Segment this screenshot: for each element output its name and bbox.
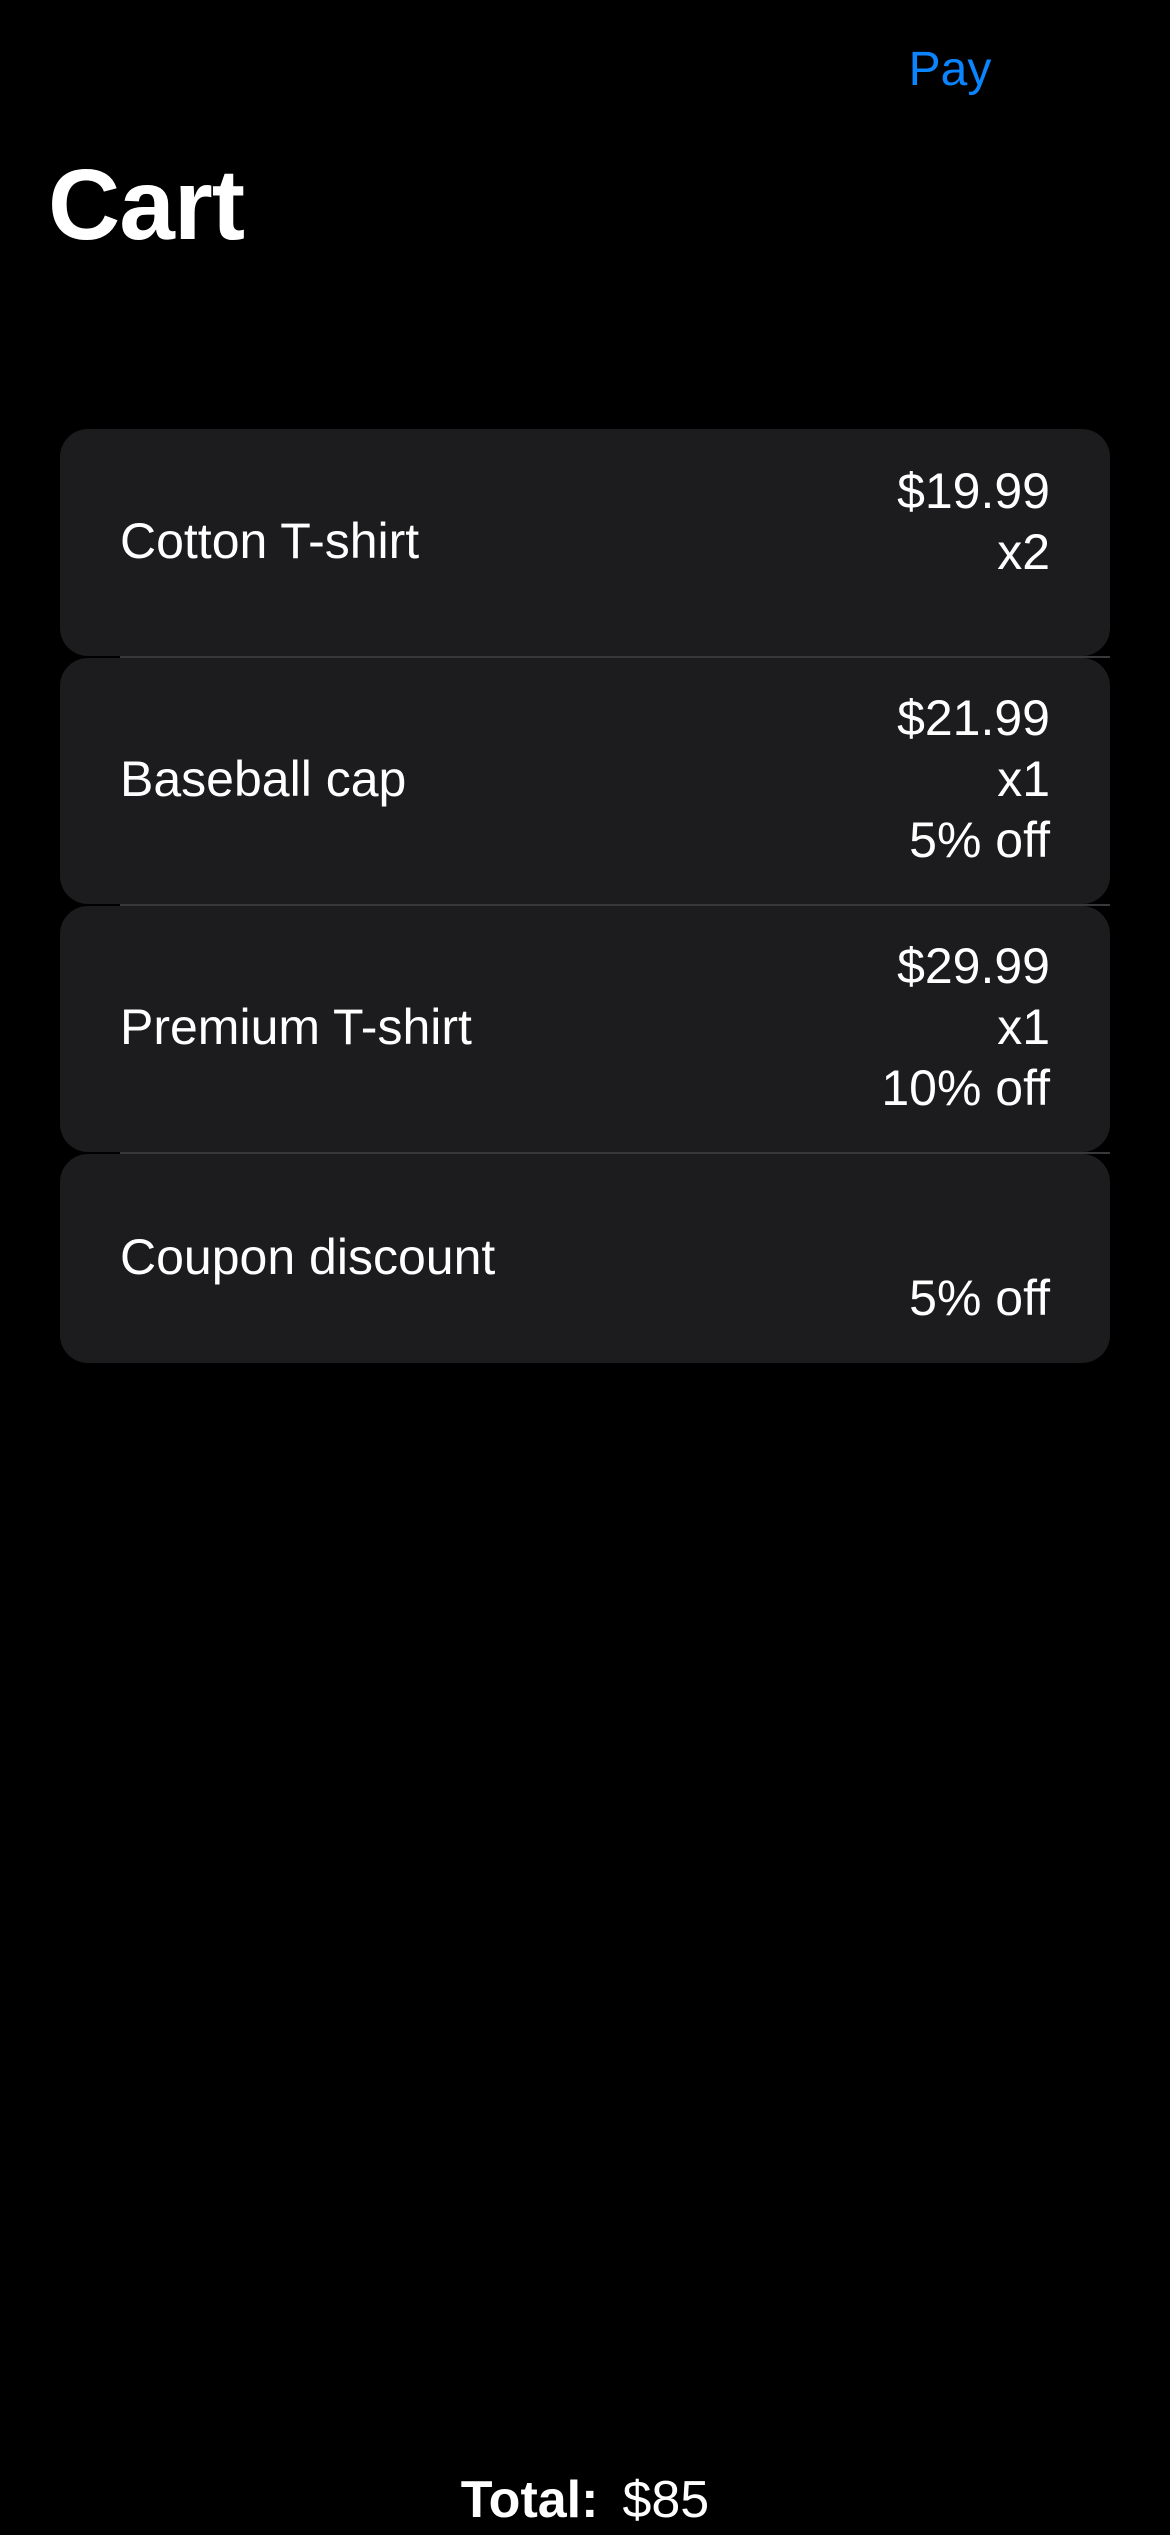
total-value: $85 [622, 2471, 710, 2529]
item-price: $29.99 [897, 938, 1050, 994]
item-price: $19.99 [897, 463, 1050, 519]
row-divider [120, 904, 1110, 906]
item-name: Cotton T-shirt [120, 513, 420, 569]
item-quantity: x1 [997, 999, 1050, 1055]
coupon-details: 5% off [909, 1268, 1050, 1329]
item-details: $29.99 x1 10% off [881, 936, 1050, 1119]
item-discount: 10% off [881, 1060, 1050, 1116]
coupon-discount-row[interactable]: Coupon discount 5% off [60, 1152, 1110, 1363]
total-bar: Total: $85 [0, 2465, 1170, 2535]
item-details: $19.99 x2 [897, 461, 1050, 583]
item-name: Premium T-shirt [120, 999, 472, 1055]
row-divider [120, 656, 1110, 658]
cart-item-premium-t-shirt[interactable]: Premium T-shirt $29.99 x1 10% off [60, 904, 1110, 1152]
total-label: Total: [460, 2471, 599, 2529]
item-name: Baseball cap [120, 751, 407, 807]
row-divider [120, 1152, 1110, 1154]
pay-button[interactable]: Pay [880, 30, 1020, 110]
item-details: $21.99 x1 5% off [897, 688, 1050, 871]
cart-list: Cotton T-shirt $19.99 x2 Baseball cap $2… [60, 429, 1110, 1363]
coupon-name: Coupon discount [120, 1229, 496, 1285]
item-quantity: x1 [997, 751, 1050, 807]
page-title: Cart [48, 149, 245, 261]
item-discount: 5% off [909, 812, 1050, 868]
coupon-discount: 5% off [909, 1270, 1050, 1326]
item-price: $21.99 [897, 690, 1050, 746]
item-quantity: x2 [997, 524, 1050, 580]
cart-item-cotton-t-shirt[interactable]: Cotton T-shirt $19.99 x2 [60, 429, 1110, 656]
cart-item-baseball-cap[interactable]: Baseball cap $21.99 x1 5% off [60, 656, 1110, 904]
